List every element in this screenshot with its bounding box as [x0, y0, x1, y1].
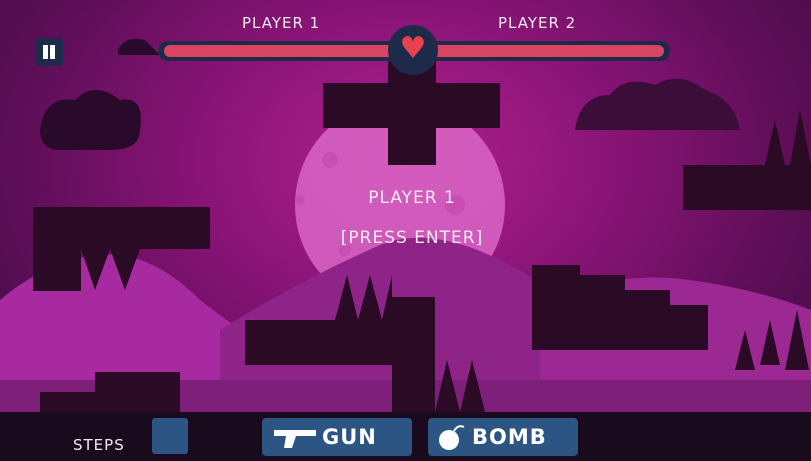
player1-label: PLAYER 1	[242, 14, 321, 32]
platform	[33, 207, 210, 249]
heart-icon: ♥	[399, 31, 427, 66]
player2-label: PLAYER 2	[498, 14, 577, 32]
cloud	[118, 38, 160, 55]
player1-health-fill	[164, 45, 399, 57]
steps-counter	[152, 418, 188, 454]
platform	[33, 249, 81, 291]
cloud	[40, 90, 141, 150]
platform	[388, 60, 436, 165]
steps-label: STEPS	[73, 436, 125, 454]
player2-health-fill	[429, 45, 664, 57]
press-enter-prompt: [PRESS ENTER]	[340, 228, 484, 248]
turn-player-text: PLAYER 1	[368, 188, 456, 208]
gun-label: GUN	[322, 425, 377, 449]
platform	[532, 265, 580, 350]
game-stage: PLAYER 1 PLAYER 2 ♥ PLAYER 1 [PRESS ENTE…	[0, 0, 811, 461]
gun-button[interactable]: GUN	[262, 418, 412, 456]
bomb-icon	[439, 425, 465, 450]
platform	[95, 372, 180, 417]
cloud	[575, 78, 740, 130]
heart-badge: ♥	[388, 25, 438, 75]
gun-icon	[274, 430, 316, 448]
bomb-button[interactable]: BOMB	[428, 418, 578, 456]
pause-button[interactable]	[35, 38, 63, 66]
bomb-label: BOMB	[472, 425, 547, 449]
platform	[683, 165, 811, 210]
